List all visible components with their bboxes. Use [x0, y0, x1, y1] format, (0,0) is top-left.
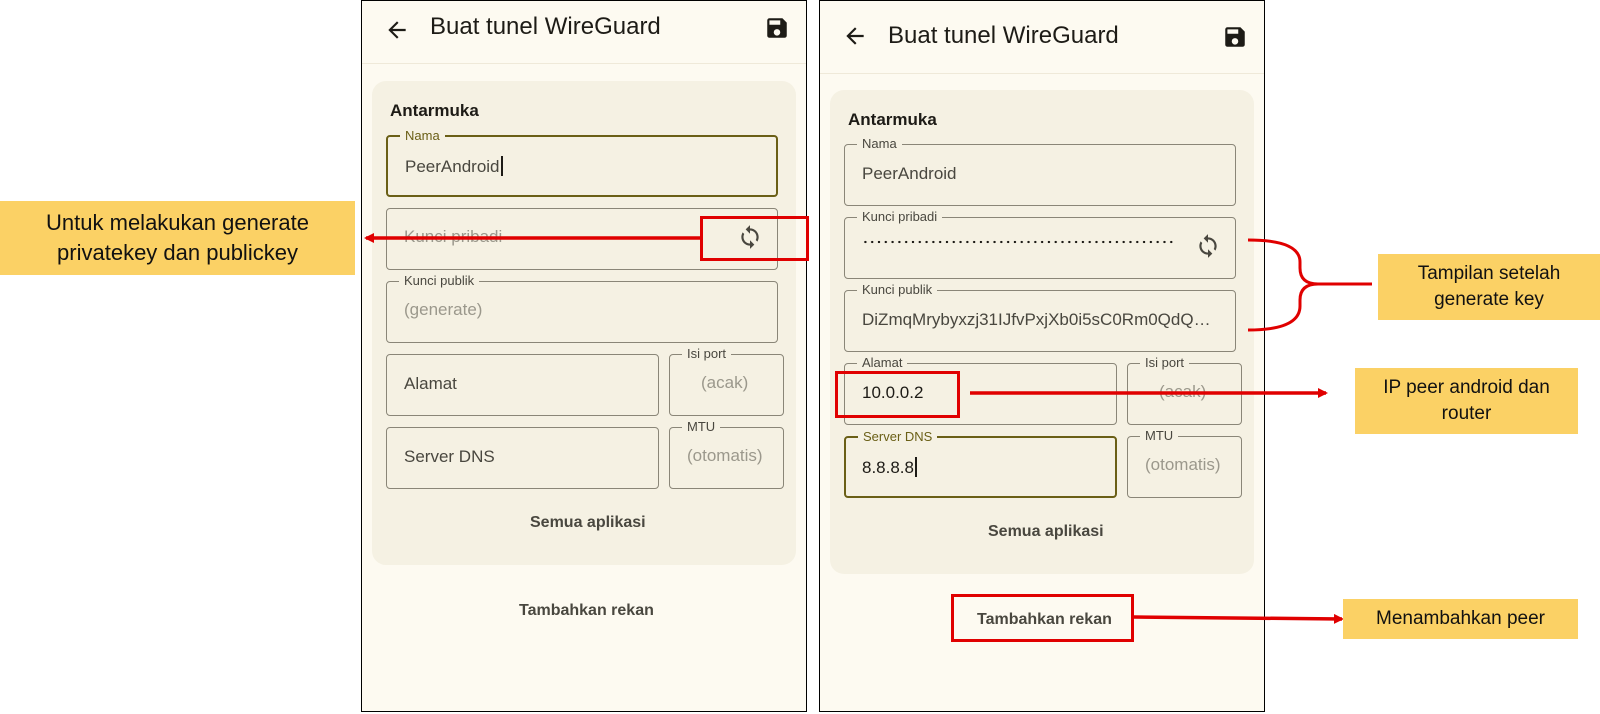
annotation-after-generate: Tampilan setelah generate key	[1378, 254, 1600, 320]
after-generate-bracket	[1247, 238, 1372, 332]
annotation-add-peer: Menambahkan peer	[1343, 599, 1578, 639]
annotation-ip: IP peer android dan router	[1355, 368, 1578, 434]
add-peer-arrow	[1133, 613, 1344, 624]
annotation-generate: Untuk melakukan generate privatekey dan …	[0, 201, 355, 275]
